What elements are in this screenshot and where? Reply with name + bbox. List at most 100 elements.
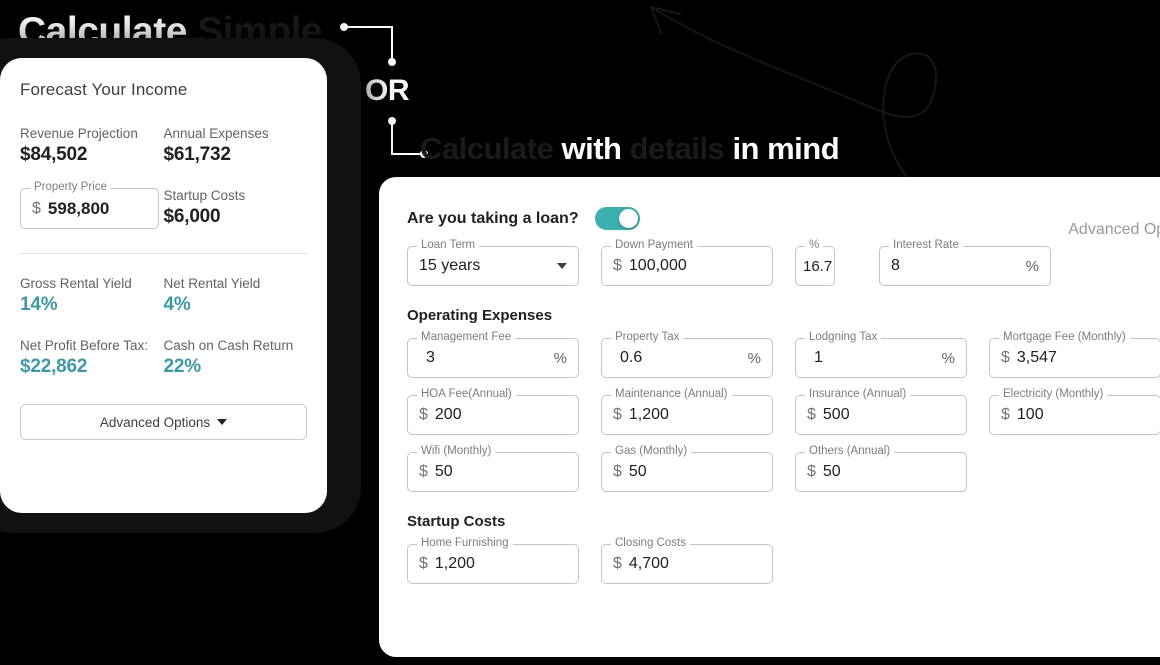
field-legend: Management Fee: [417, 331, 516, 344]
field-value: 4,700: [628, 555, 669, 572]
loan-question-row: Are you taking a loan?: [407, 207, 1160, 230]
loan-term-value: 15 years: [419, 257, 481, 274]
metric-value: $6,000: [163, 206, 221, 227]
down-payment-percent-legend: %: [805, 239, 824, 252]
maintenance-input[interactable]: Maintenance (Annual) $ 1,200: [601, 388, 773, 435]
percent-suffix: %: [1025, 257, 1039, 275]
field-legend: Closing Costs: [611, 537, 690, 550]
interest-rate-input[interactable]: Interest Rate 8 %: [879, 239, 1051, 286]
currency-prefix: $: [807, 406, 816, 423]
field-legend: Maintenance (Annual): [611, 388, 732, 401]
field-legend: Lodgning Tax: [805, 331, 882, 344]
field-value: 50: [434, 463, 453, 480]
metric-annual-expenses: Annual Expenses $61,732: [164, 126, 308, 166]
insurance-input[interactable]: Insurance (Annual) $ 500: [795, 388, 967, 435]
currency-prefix: $: [1001, 406, 1010, 423]
down-payment-percent-value: 16.7: [803, 257, 833, 275]
property-price-value: 598,800: [47, 198, 110, 218]
currency-prefix: $: [613, 406, 622, 423]
field-legend: Others (Annual): [805, 445, 895, 458]
currency-prefix: $: [419, 555, 428, 572]
field-value: 0.6: [620, 349, 643, 366]
field-value: 50: [628, 463, 647, 480]
field-value: 3,547: [1016, 349, 1057, 366]
operating-expenses-row-2: HOA Fee(Annual) $ 200 Maintenance (Annua…: [407, 388, 1160, 435]
detailed-calculator-panel: Are you taking a loan? Advanced Options …: [379, 177, 1160, 657]
property-tax-input[interactable]: Property Tax 0.6 %: [601, 331, 773, 378]
field-legend: Gas (Monthly): [611, 445, 692, 458]
metric-label: Net Profit Before Tax:: [20, 338, 149, 353]
currency-prefix: $: [807, 463, 816, 480]
loan-term-select[interactable]: Loan Term 15 years: [407, 239, 579, 286]
chevron-down-icon: [217, 419, 228, 425]
metric-label: Gross Rental Yield: [20, 276, 132, 291]
metric-net-profit-before-tax: Net Profit Before Tax: $22,862: [20, 338, 164, 378]
property-price-input[interactable]: Property Price $ 598,800: [20, 181, 159, 229]
page-root: Calculate Simple OR Calculate with detai…: [0, 0, 1160, 665]
metric-value: 22%: [163, 356, 202, 377]
operating-expenses-row-1: Management Fee 3 % Property Tax 0.6 % Lo…: [407, 331, 1160, 378]
phone-mockup-frame: Forecast Your Income Revenue Projection …: [0, 38, 361, 533]
metric-revenue-projection: Revenue Projection $84,502: [20, 126, 164, 166]
field-legend: Wifi (Monthly): [417, 445, 496, 458]
advanced-options-button-label: Advanced Options: [99, 414, 211, 430]
lodging-tax-input[interactable]: Lodgning Tax 1 %: [795, 331, 967, 378]
headline-bottom-part3: details: [629, 131, 725, 166]
metric-value: $61,732: [163, 144, 231, 165]
card-divider: [20, 253, 307, 254]
startup-costs-title: Startup Costs: [407, 513, 506, 530]
metric-label: Revenue Projection: [20, 126, 138, 141]
field-legend: Insurance (Annual): [805, 388, 911, 401]
field-suffix: %: [747, 349, 761, 367]
metric-label: Startup Costs: [163, 188, 246, 203]
loan-question-label: Are you taking a loan?: [407, 209, 579, 227]
headline-bottom-part4: in mind: [732, 131, 840, 166]
closing-costs-input[interactable]: Closing Costs $ 4,700: [601, 537, 773, 584]
field-value: 500: [822, 406, 850, 423]
currency-prefix: $: [1001, 349, 1010, 366]
toggle-knob: [618, 209, 638, 228]
forecast-metrics-bottom: Gross Rental Yield 14% Net Rental Yield …: [20, 276, 307, 378]
metric-net-rental-yield: Net Rental Yield 4%: [164, 276, 308, 316]
interest-rate-value: 8: [891, 257, 900, 274]
loan-fields-row: Loan Term 15 years Down Payment $ 100,00…: [407, 239, 1160, 286]
metric-label: Annual Expenses: [163, 126, 269, 141]
loan-toggle[interactable]: [594, 207, 640, 230]
currency-prefix: $: [613, 463, 622, 480]
metric-label: Cash on Cash Return: [163, 338, 294, 353]
field-legend: HOA Fee(Annual): [417, 388, 516, 401]
forecast-metrics-top: Revenue Projection $84,502 Annual Expens…: [20, 126, 307, 229]
operating-expenses-title: Operating Expenses: [407, 307, 553, 324]
forecast-card-title: Forecast Your Income: [20, 80, 188, 99]
metric-gross-rental-yield: Gross Rental Yield 14%: [20, 276, 164, 316]
or-divider-label: OR: [365, 74, 410, 107]
metric-cash-on-cash-return: Cash on Cash Return 22%: [164, 338, 308, 378]
currency-prefix: $: [613, 555, 622, 572]
forecast-card: Forecast Your Income Revenue Projection …: [0, 58, 327, 513]
hoa-fee-input[interactable]: HOA Fee(Annual) $ 200: [407, 388, 579, 435]
down-payment-percent-input[interactable]: % 16.7: [795, 239, 835, 286]
down-payment-legend: Down Payment: [611, 239, 697, 252]
field-value: 200: [434, 406, 462, 423]
field-value: 50: [822, 463, 841, 480]
down-payment-value: 100,000: [628, 257, 687, 274]
headline-bottom-part1: Calculate: [420, 131, 554, 166]
advanced-options-link[interactable]: Advanced Options: [1068, 221, 1160, 239]
metric-label: Net Rental Yield: [163, 276, 261, 291]
down-payment-input[interactable]: Down Payment $ 100,000: [601, 239, 773, 286]
currency-prefix: $: [613, 257, 622, 274]
home-furnishing-input[interactable]: Home Furnishing $ 1,200: [407, 537, 579, 584]
electricity-input[interactable]: Electricity (Monthly) $ 100: [989, 388, 1160, 435]
field-legend: Electricity (Monthly): [999, 388, 1108, 401]
mortgage-fee-input[interactable]: Mortgage Fee (Monthly) $ 3,547: [989, 331, 1160, 378]
others-input[interactable]: Others (Annual) $ 50: [795, 445, 967, 492]
metric-value: 14%: [20, 294, 58, 315]
advanced-options-button[interactable]: Advanced Options: [20, 404, 307, 440]
gas-input[interactable]: Gas (Monthly) $ 50: [601, 445, 773, 492]
field-value: 1,200: [628, 406, 669, 423]
field-suffix: %: [941, 349, 955, 367]
wifi-input[interactable]: Wifi (Monthly) $ 50: [407, 445, 579, 492]
startup-costs-row: Home Furnishing $ 1,200 Closing Costs $ …: [407, 537, 1160, 584]
interest-rate-legend: Interest Rate: [889, 239, 963, 252]
management-fee-input[interactable]: Management Fee 3 %: [407, 331, 579, 378]
